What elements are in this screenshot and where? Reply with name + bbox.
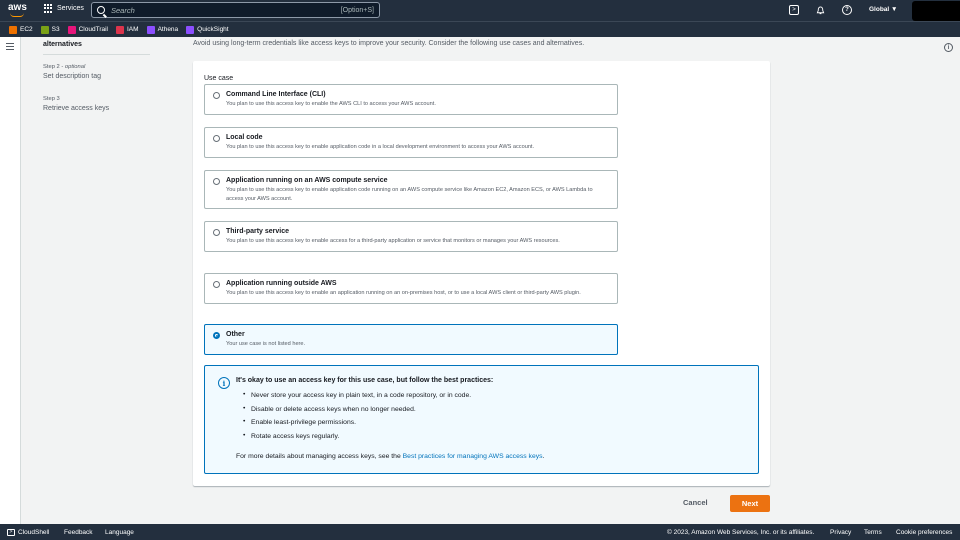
use-case-option[interactable]: Application running on an AWS compute se…: [204, 170, 618, 209]
feedback-link[interactable]: Feedback: [64, 529, 93, 536]
step3-link[interactable]: Retrieve access keys: [43, 105, 153, 112]
favorite-label: CloudTrail: [78, 26, 108, 33]
list-item: Rotate access keys regularly.: [243, 432, 471, 440]
wizard-steps: alternatives Step 2 - optional Set descr…: [43, 37, 153, 112]
favorite-label: EC2: [20, 26, 33, 33]
option-title: Command Line Interface (CLI): [226, 91, 326, 98]
option-description: You plan to use this access key to enabl…: [226, 101, 436, 107]
ec2-icon: [9, 25, 17, 34]
favorite-label: Athena: [157, 26, 179, 33]
cloudshell-icon[interactable]: >: [789, 5, 799, 15]
aws-logo-text: aws: [8, 2, 27, 13]
use-case-card: Use case Command Line Interface (CLI) You…: [193, 61, 770, 486]
use-case-option[interactable]: Application running outside AWS You plan …: [204, 273, 618, 304]
account-menu[interactable]: [912, 1, 960, 21]
favorite-label: IAM: [127, 26, 139, 33]
list-item: Never store your access key in plain tex…: [243, 391, 471, 399]
favorite-iam[interactable]: IAM: [116, 25, 139, 34]
search-icon: [97, 6, 105, 14]
radio-button[interactable]: [213, 135, 220, 142]
cloudshell-label: CloudShell: [18, 528, 50, 536]
option-title: Third-party service: [226, 228, 290, 235]
radio-button[interactable]: [213, 332, 220, 339]
use-case-option[interactable]: Local code You plan to use this access ke…: [204, 127, 618, 158]
search-input[interactable]: Search [Option+S]: [91, 2, 380, 18]
aws-logo[interactable]: aws: [8, 3, 30, 18]
language-link[interactable]: Language: [105, 529, 134, 536]
top-navigation: aws Services Search [Option+S] > ? Globa…: [0, 0, 960, 21]
search-placeholder: Search: [111, 5, 135, 15]
favorites-bar: EC2 S3 CloudTrail IAM Athena QuickSight: [0, 21, 960, 37]
step3-label: Step 3: [43, 96, 60, 102]
option-title: Application running outside AWS: [226, 280, 337, 287]
best-practices-list: Never store your access key in plain tex…: [243, 391, 471, 446]
radio-button[interactable]: [213, 178, 220, 185]
list-item: Enable least-privilege permissions.: [243, 418, 471, 426]
privacy-link[interactable]: Privacy: [830, 529, 851, 536]
option-title: Other: [226, 331, 245, 338]
option-description: Your use case is not listed here.: [226, 341, 306, 347]
info-icon: i: [218, 377, 230, 389]
favorite-cloudtrail[interactable]: CloudTrail: [67, 25, 108, 34]
use-case-option[interactable]: Other Your use case is not listed here.: [204, 324, 618, 355]
cookie-preferences-link[interactable]: Cookie preferences: [896, 529, 952, 536]
bell-icon[interactable]: [815, 5, 825, 15]
cancel-button[interactable]: Cancel: [683, 498, 708, 507]
radio-button[interactable]: [213, 229, 220, 236]
region-selector[interactable]: Global ▼: [869, 6, 897, 13]
option-description: You plan to use this access key to enabl…: [226, 290, 581, 296]
intro-text: Avoid using long-term credentials like a…: [193, 40, 585, 47]
cloudshell-button[interactable]: > CloudShell: [7, 528, 50, 536]
divider: [43, 54, 150, 55]
step1-name-tail: alternatives: [43, 41, 82, 48]
copyright-text: © 2023, Amazon Web Services, Inc. or its…: [667, 528, 815, 536]
step2-link[interactable]: Set description tag: [43, 73, 153, 80]
aws-smile-icon: [10, 13, 24, 17]
list-item: Disable or delete access keys when no lo…: [243, 405, 471, 413]
cloudshell-icon: >: [7, 528, 15, 536]
footer: > CloudShell Feedback Language © 2023, A…: [0, 524, 960, 540]
step2-label: Step 2 - optional: [43, 64, 86, 70]
best-practices-link[interactable]: Best practices for managing AWS access k…: [403, 453, 543, 460]
favorite-label: S3: [51, 26, 60, 33]
info-panel-icon[interactable]: i: [944, 43, 953, 52]
option-title: Application running on an AWS compute se…: [226, 177, 388, 184]
option-title: Local code: [226, 134, 263, 141]
option-description: You plan to use this access key to enabl…: [226, 238, 560, 244]
search-shortcut: [Option+S]: [340, 6, 374, 14]
favorite-s3[interactable]: S3: [40, 25, 60, 34]
best-practices-alert: i It's okay to use an access key for thi…: [204, 365, 759, 474]
use-case-option[interactable]: Command Line Interface (CLI) You plan to …: [204, 84, 618, 115]
athena-icon: [146, 25, 155, 34]
help-icon[interactable]: ?: [842, 5, 852, 15]
menu-icon[interactable]: [6, 43, 14, 52]
terms-link[interactable]: Terms: [864, 529, 882, 536]
use-case-option[interactable]: Third-party service You plan to use this …: [204, 221, 618, 252]
next-button[interactable]: Next: [730, 495, 770, 512]
favorite-quicksight[interactable]: QuickSight: [186, 25, 229, 34]
quicksight-icon: [186, 25, 195, 34]
left-rail: [0, 37, 21, 524]
option-description: You plan to use this access key to enabl…: [226, 144, 535, 150]
services-label: Services: [57, 5, 84, 12]
radio-button[interactable]: [213, 281, 220, 288]
favorite-athena[interactable]: Athena: [146, 25, 179, 34]
alert-heading: It's okay to use an access key for this …: [236, 377, 494, 384]
favorite-label: QuickSight: [197, 26, 229, 33]
favorite-ec2[interactable]: EC2: [9, 25, 33, 34]
s3-icon: [40, 25, 49, 34]
option-description: You plan to use this access key to enabl…: [226, 187, 593, 202]
more-details-text: For more details about managing access k…: [236, 453, 545, 460]
radio-button[interactable]: [213, 92, 220, 99]
services-menu-button[interactable]: Services: [44, 4, 84, 13]
iam-icon: [116, 25, 124, 34]
use-case-label: Use case: [204, 75, 234, 82]
grid-icon: [44, 4, 53, 13]
cloudtrail-icon: [67, 25, 76, 34]
